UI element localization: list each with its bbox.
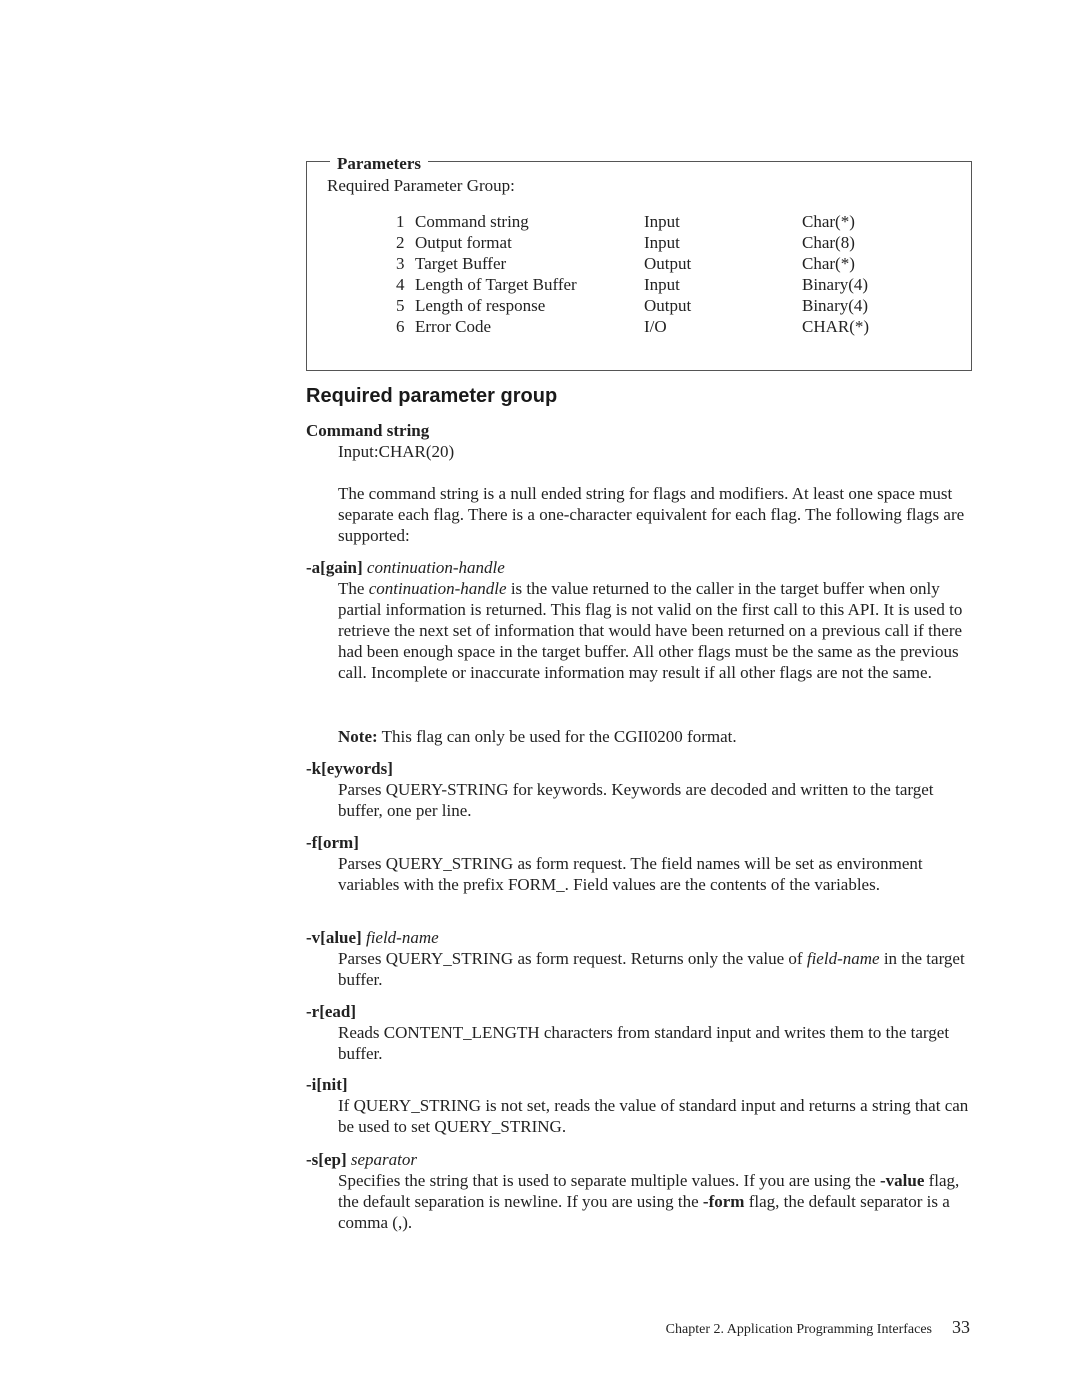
- param-name: Length of Target Buffer: [415, 275, 577, 294]
- text: Parses QUERY_STRING as form request. Ret…: [338, 949, 807, 968]
- flag-arg: continuation-handle: [366, 558, 505, 577]
- param-name: Error Code: [415, 317, 492, 336]
- param-usage: I/O: [644, 317, 667, 336]
- text-bold: -value: [879, 1171, 925, 1190]
- param-num: 5: [396, 296, 405, 315]
- note-text: This flag can only be used for the CGII0…: [377, 727, 737, 746]
- flag-value-term: -v[alue] field-name: [306, 927, 439, 948]
- parameters-box-title: Parameters: [330, 153, 429, 174]
- parameters-box-subtitle: Required Parameter Group:: [327, 176, 515, 195]
- param-name: Command string: [415, 212, 529, 231]
- param-num: 4: [396, 275, 405, 294]
- flag-name: -v[alue]: [306, 928, 362, 947]
- flag-arg: separator: [350, 1150, 417, 1169]
- flag-again-term: -a[gain] continuation-handle: [306, 557, 505, 578]
- flag-init-desc: If QUERY_STRING is not set, reads the va…: [338, 1096, 969, 1136]
- param-usage: Output: [644, 254, 692, 273]
- flag-form-term: -f[orm]: [306, 833, 359, 852]
- param-usage: Input: [644, 212, 680, 231]
- param-num: 3: [396, 254, 405, 273]
- param-type: Binary(4): [802, 275, 869, 294]
- command-string-desc: The command string is a null ended strin…: [338, 484, 965, 545]
- page-number: 33: [952, 1317, 970, 1337]
- flag-keywords-term: -k[eywords]: [306, 759, 393, 778]
- param-name: Output format: [415, 233, 512, 252]
- flag-read-desc: Reads CONTENT_LENGTH characters from sta…: [338, 1023, 950, 1063]
- flag-name: -s[ep]: [306, 1150, 347, 1169]
- param-name: Length of response: [415, 296, 546, 315]
- flag-again-desc: The continuation-handle is the value ret…: [338, 578, 974, 683]
- param-type: Char(*): [802, 254, 855, 273]
- flag-keywords-desc: Parses QUERY-STRING for keywords. Keywor…: [338, 780, 934, 820]
- flag-form-desc: Parses QUERY_STRING as form request. The…: [338, 854, 923, 894]
- flag-again-note: Note: This flag can only be used for the…: [338, 726, 974, 747]
- footer-chapter: Chapter 2. Application Programming Inter…: [665, 1322, 932, 1337]
- param-usage: Output: [644, 296, 692, 315]
- flag-read-term: -r[ead]: [306, 1002, 357, 1021]
- flag-sep-term: -s[ep] separator: [306, 1149, 417, 1170]
- param-num: 2: [396, 233, 405, 252]
- param-usage: Input: [644, 275, 680, 294]
- param-type: Char(*): [802, 212, 855, 231]
- param-num: 6: [396, 317, 405, 336]
- param-type: Char(8): [802, 233, 855, 252]
- command-string-type: Input:CHAR(20): [338, 442, 455, 461]
- flag-sep-desc: Specifies the string that is used to sep…: [338, 1170, 974, 1233]
- param-name: Target Buffer: [415, 254, 507, 273]
- flag-init-term: -i[nit]: [306, 1075, 348, 1094]
- text-bold: -form: [702, 1192, 745, 1211]
- text: The: [338, 579, 369, 598]
- text-italic: field-name: [806, 949, 880, 968]
- text-italic: continuation-handle: [368, 579, 507, 598]
- section-heading: Required parameter group: [306, 385, 558, 407]
- flag-arg: field-name: [365, 928, 439, 947]
- flag-value-desc: Parses QUERY_STRING as form request. Ret…: [338, 948, 974, 990]
- param-type: Binary(4): [802, 296, 869, 315]
- param-num: 1: [396, 212, 405, 231]
- command-string-term: Command string: [306, 421, 430, 440]
- flag-name: -a[gain]: [306, 558, 363, 577]
- param-type: CHAR(*): [802, 317, 870, 336]
- text: Specifies the string that is used to sep…: [338, 1171, 880, 1190]
- note-label: Note:: [338, 727, 378, 746]
- param-usage: Input: [644, 233, 680, 252]
